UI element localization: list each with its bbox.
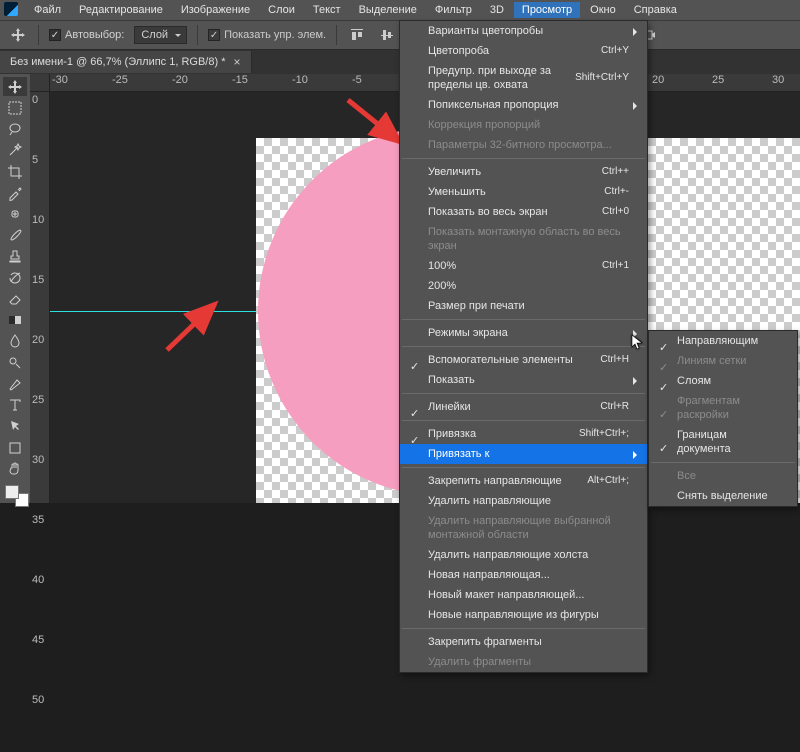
menu-item[interactable]: Варианты цветопробы <box>400 21 647 41</box>
close-icon[interactable]: × <box>233 55 240 69</box>
view-menu-dropdown[interactable]: Варианты цветопробыЦветопробаCtrl+YПреду… <box>399 20 648 673</box>
menu-файл[interactable]: Файл <box>26 2 69 18</box>
submenu-item[interactable]: Снять выделение <box>649 486 797 506</box>
menu-текст[interactable]: Текст <box>305 2 349 18</box>
type-tool[interactable] <box>3 396 27 415</box>
blur-tool[interactable] <box>3 332 27 351</box>
eraser-tool[interactable] <box>3 289 27 308</box>
menu-item[interactable]: Закрепить фрагменты <box>400 632 647 652</box>
menu-item[interactable]: 200% <box>400 276 647 296</box>
wand-tool[interactable] <box>3 141 27 160</box>
menu-редактирование[interactable]: Редактирование <box>71 2 171 18</box>
move-tool[interactable] <box>3 77 27 96</box>
menu-просмотр[interactable]: Просмотр <box>514 2 580 18</box>
path-select-tool[interactable] <box>3 417 27 436</box>
color-swatch[interactable] <box>5 485 25 502</box>
menu-item[interactable]: Удалить направляющие холста <box>400 545 647 565</box>
app-logo-icon <box>4 2 20 18</box>
menu-изображение[interactable]: Изображение <box>173 2 258 18</box>
menu-фильтр[interactable]: Фильтр <box>427 2 480 18</box>
submenu-item[interactable]: Слоям <box>649 371 797 391</box>
menu-item[interactable]: УвеличитьCtrl++ <box>400 162 647 182</box>
ruler-vertical[interactable]: 05101520253035404550 <box>30 92 50 503</box>
lasso-tool[interactable] <box>3 119 27 138</box>
mouse-cursor-icon <box>631 334 647 353</box>
menu-item[interactable]: Привязать к <box>400 444 647 464</box>
submenu-item: Фрагментам раскройки <box>649 391 797 425</box>
show-transform-controls-checkbox[interactable]: Показать упр. элем. <box>208 29 326 41</box>
menu-item: Удалить фрагменты <box>400 652 647 672</box>
menu-item[interactable]: Вспомогательные элементыCtrl+H <box>400 350 647 370</box>
pen-tool[interactable] <box>3 374 27 393</box>
submenu-item: Все <box>649 466 797 486</box>
dodge-tool[interactable] <box>3 353 27 372</box>
menu-bar: ФайлРедактированиеИзображениеСлоиТекстВы… <box>0 0 800 20</box>
menu-item[interactable]: Показать <box>400 370 647 390</box>
align-top-icon[interactable] <box>347 25 367 45</box>
eyedropper-tool[interactable] <box>3 183 27 202</box>
menu-item[interactable]: Закрепить направляющиеAlt+Ctrl+; <box>400 471 647 491</box>
menu-окно[interactable]: Окно <box>582 2 624 18</box>
menu-item[interactable]: Новая направляющая... <box>400 565 647 585</box>
ruler-corner <box>30 74 50 92</box>
submenu-item[interactable]: Границам документа <box>649 425 797 459</box>
stamp-tool[interactable] <box>3 247 27 266</box>
toolbox <box>0 74 30 503</box>
snap-to-submenu[interactable]: НаправляющимЛиниям сеткиСлоямФрагментам … <box>648 330 798 507</box>
submenu-item[interactable]: Направляющим <box>649 331 797 351</box>
brush-tool[interactable] <box>3 226 27 245</box>
auto-select-checkbox[interactable]: Автовыбор: <box>49 29 124 41</box>
menu-item: Параметры 32-битного просмотра... <box>400 135 647 155</box>
annotation-arrow-icon <box>155 282 235 365</box>
menu-item: Удалить направляющие выбранной монтажной… <box>400 511 647 545</box>
menu-3d[interactable]: 3D <box>482 2 512 18</box>
menu-item[interactable]: Размер при печати <box>400 296 647 316</box>
document-tab[interactable]: Без имени-1 @ 66,7% (Эллипс 1, RGB/8) * … <box>0 51 252 73</box>
menu-item[interactable]: ПривязкаShift+Ctrl+; <box>400 424 647 444</box>
menu-слои[interactable]: Слои <box>260 2 303 18</box>
menu-item[interactable]: Новый макет направляющей... <box>400 585 647 605</box>
menu-item[interactable]: Предупр. при выходе за пределы цв. охват… <box>400 61 647 95</box>
menu-выделение[interactable]: Выделение <box>351 2 425 18</box>
menu-item[interactable]: Режимы экрана <box>400 323 647 343</box>
history-brush-tool[interactable] <box>3 268 27 287</box>
menu-item: Показать монтажную область во весь экран <box>400 222 647 256</box>
hand-tool[interactable] <box>3 459 27 478</box>
menu-справка[interactable]: Справка <box>626 2 685 18</box>
menu-item[interactable]: Попиксельная пропорция <box>400 95 647 115</box>
menu-item[interactable]: ЦветопробаCtrl+Y <box>400 41 647 61</box>
marquee-tool[interactable] <box>3 98 27 117</box>
menu-item[interactable]: Новые направляющие из фигуры <box>400 605 647 625</box>
move-tool-icon <box>8 25 28 45</box>
gradient-tool[interactable] <box>3 311 27 330</box>
spot-heal-tool[interactable] <box>3 204 27 223</box>
menu-item[interactable]: ЛинейкиCtrl+R <box>400 397 647 417</box>
submenu-item: Линиям сетки <box>649 351 797 371</box>
menu-item[interactable]: Показать во весь экранCtrl+0 <box>400 202 647 222</box>
document-tab-label: Без имени-1 @ 66,7% (Эллипс 1, RGB/8) * <box>10 56 225 68</box>
align-vcenter-icon[interactable] <box>377 25 397 45</box>
menu-item[interactable]: УменьшитьCtrl+- <box>400 182 647 202</box>
crop-tool[interactable] <box>3 162 27 181</box>
menu-item: Коррекция пропорций <box>400 115 647 135</box>
menu-item[interactable]: 100%Ctrl+1 <box>400 256 647 276</box>
menu-item[interactable]: Удалить направляющие <box>400 491 647 511</box>
shape-tool[interactable] <box>3 438 27 457</box>
auto-select-target-dropdown[interactable]: Слой <box>134 26 187 44</box>
